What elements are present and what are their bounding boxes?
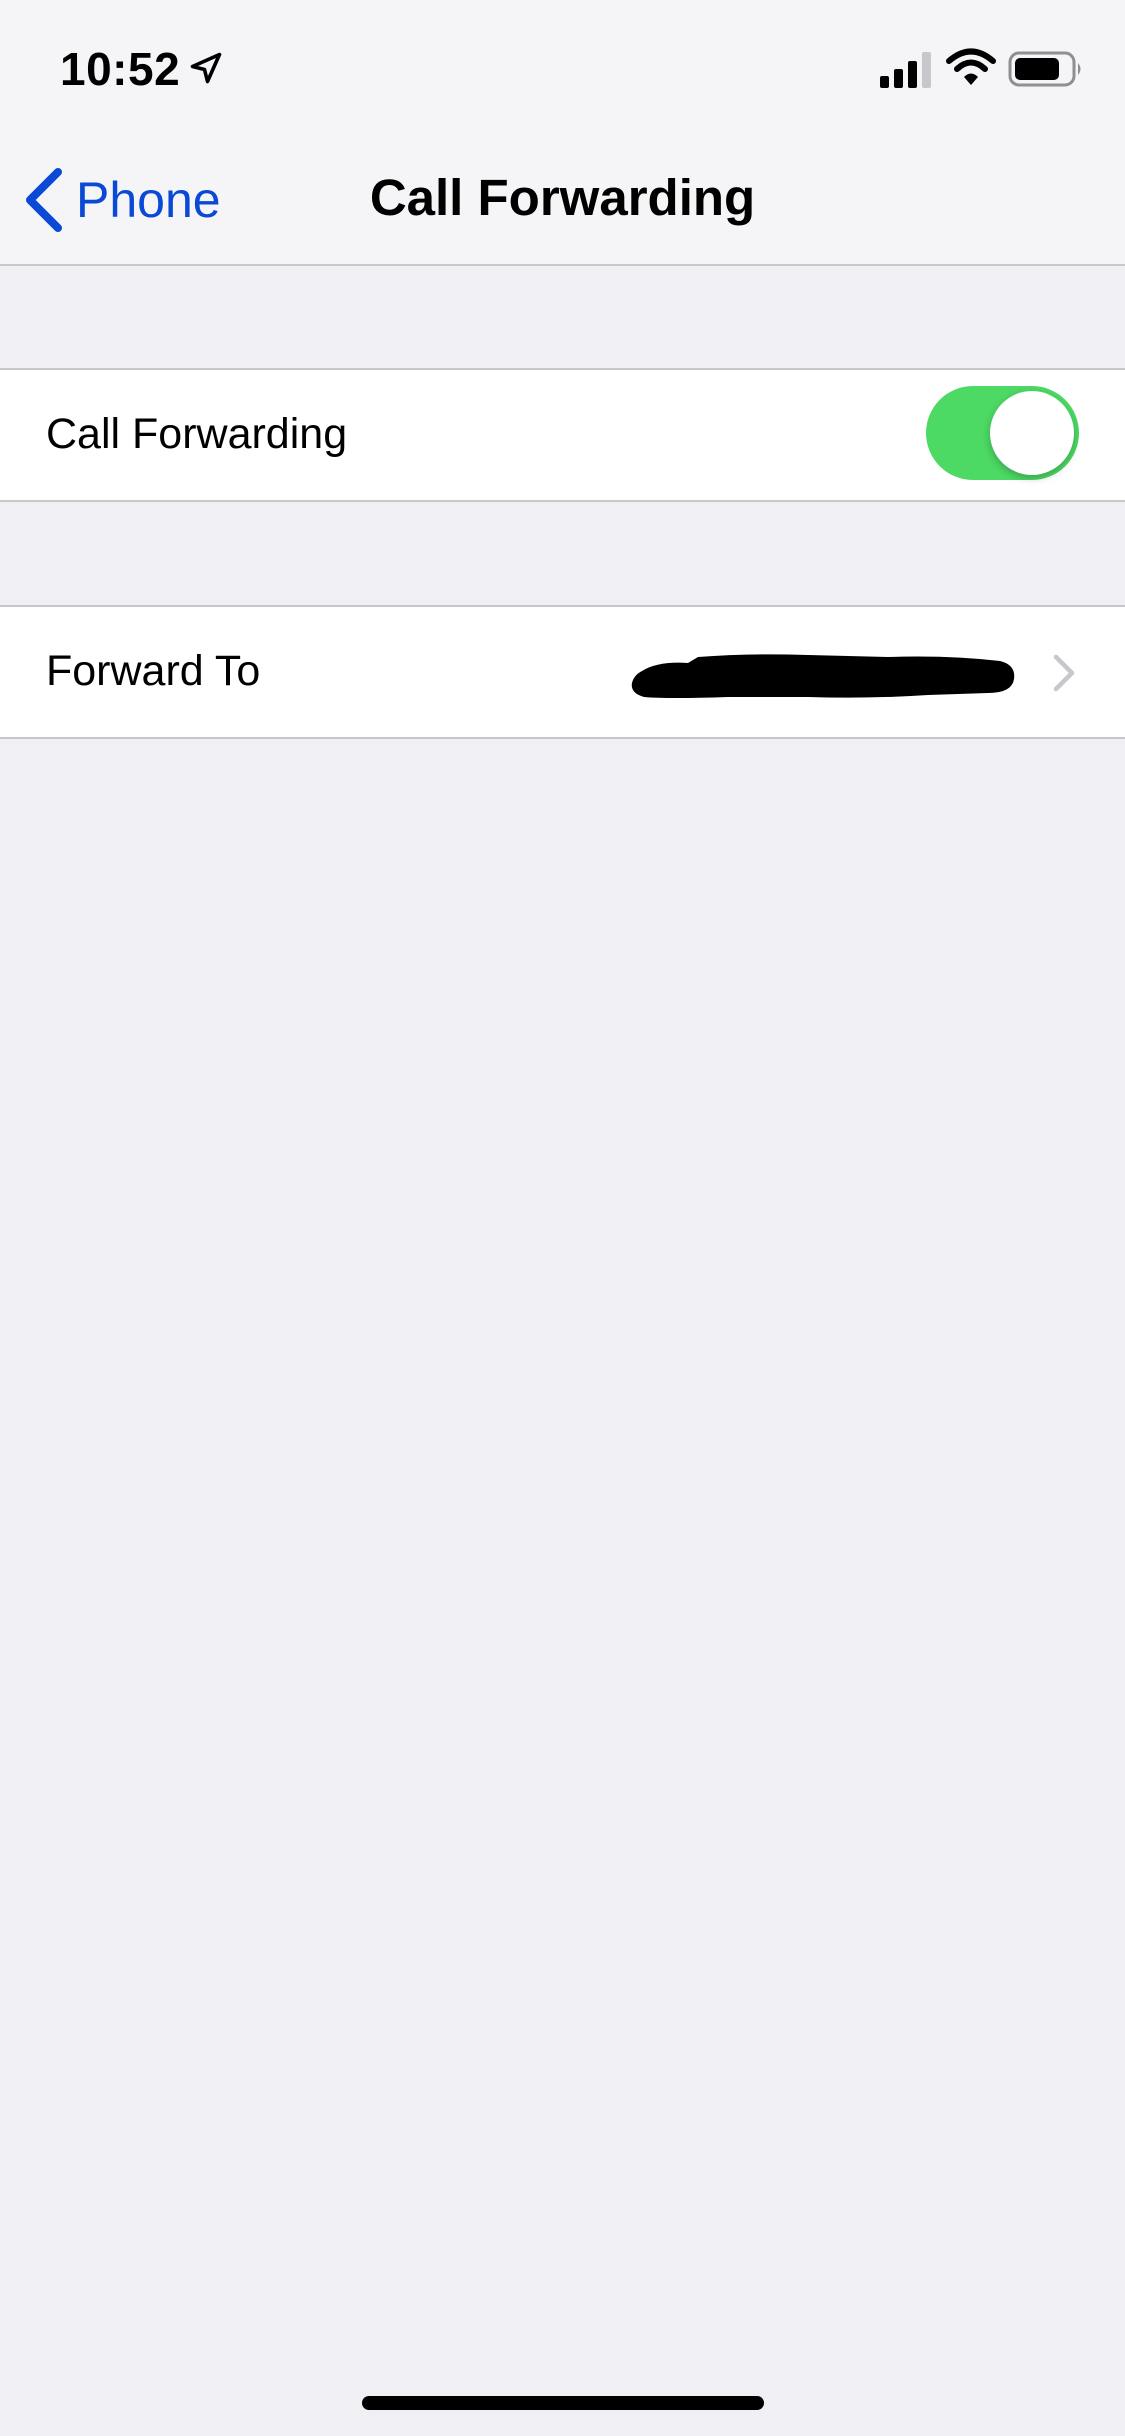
location-arrow-icon	[190, 52, 222, 84]
call-forwarding-label: Call Forwarding	[46, 410, 348, 458]
forward-to-label: Forward To	[46, 647, 261, 695]
signal-bars-icon	[880, 52, 931, 88]
battery-icon	[1008, 51, 1081, 87]
forward-to-row[interactable]: Forward To	[0, 605, 1125, 739]
status-time: 10:52	[60, 43, 181, 95]
status-bar: 10:52	[0, 0, 1125, 132]
navigation-bar: Phone Call Forwarding	[0, 132, 1125, 266]
call-forwarding-toggle[interactable]	[926, 386, 1079, 480]
call-forwarding-row: Call Forwarding	[0, 368, 1125, 502]
wifi-icon	[946, 48, 996, 85]
redacted-phone-number	[631, 654, 1015, 698]
toggle-knob	[990, 391, 1074, 475]
home-indicator[interactable]	[362, 2396, 764, 2410]
chevron-right-icon	[1053, 654, 1075, 692]
page-title: Call Forwarding	[369, 169, 756, 226]
